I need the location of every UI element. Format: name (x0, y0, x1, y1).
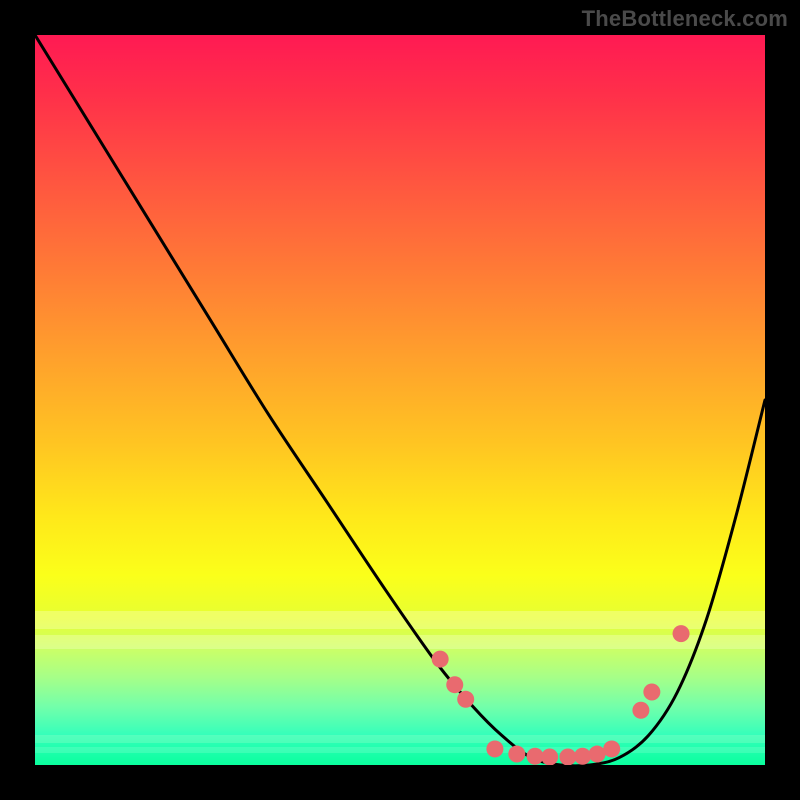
curve-line (35, 35, 765, 765)
curve-marker (457, 691, 474, 708)
curve-marker (527, 748, 544, 765)
watermark-text: TheBottleneck.com (582, 6, 788, 32)
curve-marker (486, 740, 503, 757)
chart-container: TheBottleneck.com (0, 0, 800, 800)
curve-marker (673, 625, 690, 642)
plot-area (35, 35, 765, 765)
curve-markers (432, 625, 690, 765)
curve-marker (574, 748, 591, 765)
curve-marker (603, 740, 620, 757)
curve-marker (432, 651, 449, 668)
curve-marker (643, 684, 660, 701)
curve-marker (589, 746, 606, 763)
curve-svg (35, 35, 765, 765)
curve-marker (559, 748, 576, 765)
curve-marker (508, 746, 525, 763)
curve-marker (632, 702, 649, 719)
curve-marker (541, 748, 558, 765)
curve-marker (446, 676, 463, 693)
bottleneck-curve-path (35, 35, 765, 765)
